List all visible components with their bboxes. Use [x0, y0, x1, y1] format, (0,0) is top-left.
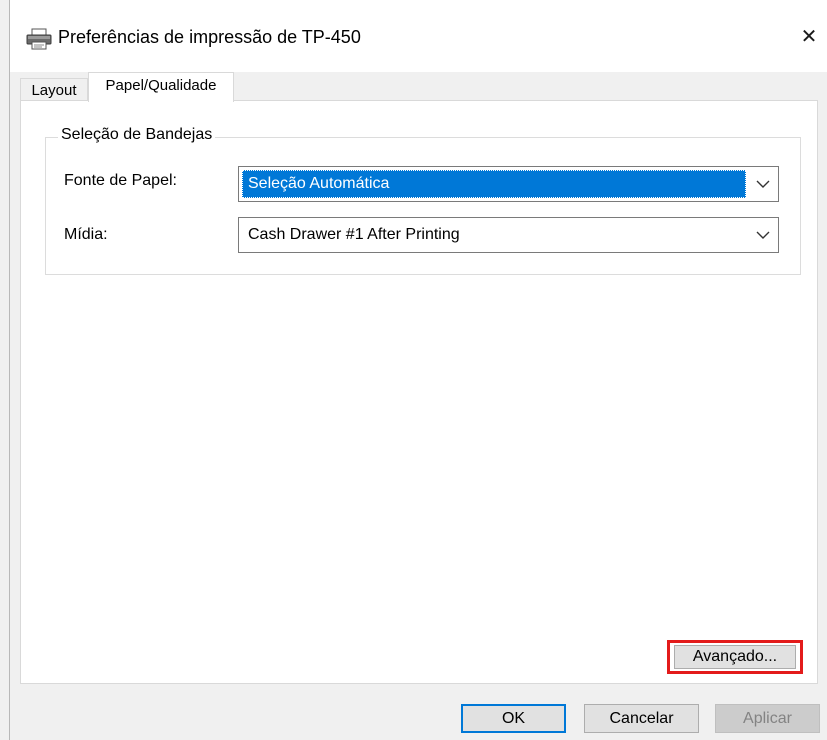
tray-selection-group: Seleção de Bandejas Fonte de Papel: Sele…	[45, 126, 801, 275]
close-button[interactable]: ✕	[791, 18, 827, 54]
tab-layout[interactable]: Layout	[20, 78, 88, 101]
printer-icon	[26, 28, 52, 50]
media-value: Cash Drawer #1 After Printing	[248, 226, 460, 243]
paper-source-dropdown[interactable]: Seleção Automática	[238, 166, 779, 202]
advanced-button-highlight: Avançado...	[667, 640, 803, 674]
group-title: Seleção de Bandejas	[58, 126, 216, 144]
advanced-button[interactable]: Avançado...	[674, 645, 796, 669]
paper-source-value: Seleção Automática	[242, 170, 746, 198]
cancel-button[interactable]: Cancelar	[584, 704, 699, 733]
tab-content-panel: Seleção de Bandejas Fonte de Papel: Sele…	[20, 100, 818, 684]
window-title: Preferências de impressão de TP-450	[58, 27, 361, 47]
ok-button[interactable]: OK	[461, 704, 566, 733]
media-dropdown[interactable]: Cash Drawer #1 After Printing	[238, 217, 779, 253]
paper-source-label: Fonte de Papel:	[64, 172, 177, 189]
close-icon: ✕	[800, 25, 818, 48]
apply-button[interactable]: Aplicar	[715, 704, 820, 733]
print-preferences-dialog: Preferências de impressão de TP-450 ✕ La…	[0, 0, 827, 740]
title-bar: Preferências de impressão de TP-450 ✕	[10, 0, 827, 72]
chevron-down-icon	[752, 173, 774, 195]
chevron-down-icon	[752, 224, 774, 246]
tab-papel-qualidade[interactable]: Papel/Qualidade	[88, 72, 234, 102]
media-label: Mídia:	[64, 226, 108, 243]
window-border	[9, 0, 10, 740]
